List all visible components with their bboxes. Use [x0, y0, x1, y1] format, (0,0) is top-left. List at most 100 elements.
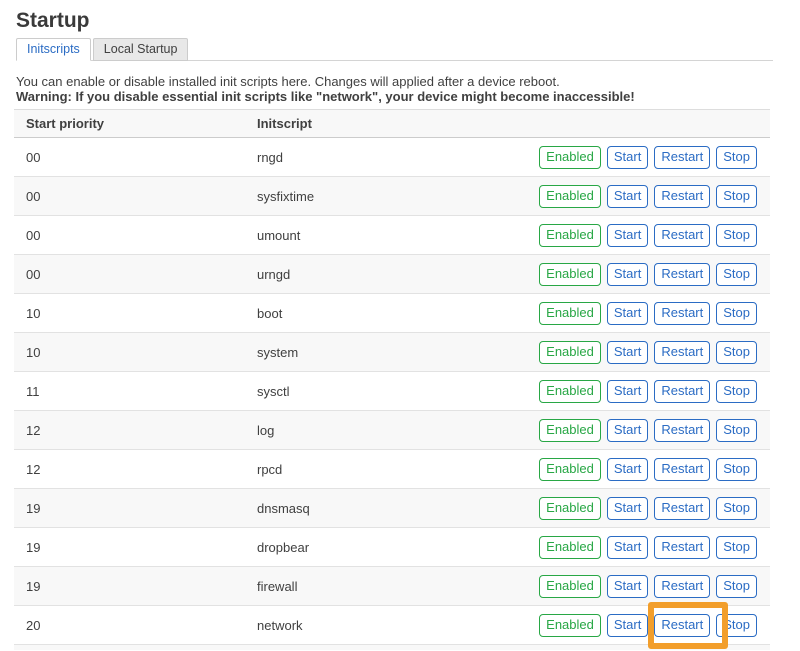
- actions-cell: Enabled Start Restart Stop: [539, 224, 770, 247]
- start-button[interactable]: Start: [607, 458, 648, 481]
- actions-cell: Enabled Start Restart Stop: [539, 458, 770, 481]
- restart-button[interactable]: Restart: [654, 575, 710, 598]
- enabled-button[interactable]: Enabled: [539, 224, 601, 247]
- table-row: 19dnsmasqEnabled Start Restart Stop: [14, 489, 770, 528]
- actions-cell: Enabled Start Restart Stop: [539, 302, 770, 325]
- initscript-cell: sysfixtime: [257, 189, 539, 204]
- table-row: 00rngdEnabledStartRestartStop: [14, 138, 770, 177]
- priority-cell: 20: [14, 618, 257, 633]
- initscript-cell: umount: [257, 228, 539, 243]
- actions-cell: Enabled Start Restart Stop: [539, 614, 770, 637]
- enabled-button[interactable]: Enabled: [539, 263, 601, 286]
- enabled-button[interactable]: Enabled: [539, 419, 601, 442]
- actions-cell: Enabled Start Restart Stop: [539, 536, 770, 559]
- initscript-cell: system: [257, 345, 539, 360]
- restart-button[interactable]: Restart: [654, 536, 710, 559]
- start-button[interactable]: Start: [607, 614, 648, 637]
- enabled-button[interactable]: Enabled: [539, 497, 601, 520]
- start-button[interactable]: Start: [607, 497, 648, 520]
- restart-button[interactable]: Restart: [654, 458, 710, 481]
- restart-button[interactable]: Restart: [654, 263, 710, 286]
- tab-local-startup[interactable]: Local Startup: [93, 38, 189, 61]
- initscript-cell: urngd: [257, 267, 539, 282]
- priority-cell: 11: [14, 384, 257, 399]
- enabled-button[interactable]: Enabled: [539, 614, 601, 637]
- priority-cell: 12: [14, 462, 257, 477]
- restart-button[interactable]: Restart: [654, 380, 710, 403]
- stop-button[interactable]: Stop: [716, 302, 757, 325]
- actions-cell: Enabled Start Restart Stop: [539, 263, 770, 286]
- enabled-button[interactable]: Enabled: [539, 575, 601, 598]
- stop-button[interactable]: Stop: [716, 146, 757, 169]
- stop-button[interactable]: Stop: [716, 536, 757, 559]
- tab-initscripts[interactable]: Initscripts: [16, 38, 91, 61]
- enabled-button[interactable]: Enabled: [539, 380, 601, 403]
- enabled-button[interactable]: Enabled: [539, 536, 601, 559]
- initscript-cell: log: [257, 423, 539, 438]
- column-header-start-priority: Start priority: [14, 116, 257, 131]
- actions-cell: Enabled Start Restart Stop: [539, 575, 770, 598]
- restart-button[interactable]: Restart: [654, 302, 710, 325]
- start-button[interactable]: Start: [607, 380, 648, 403]
- initscript-cell: dnsmasq: [257, 501, 539, 516]
- stop-button[interactable]: Stop: [716, 614, 757, 637]
- stop-button[interactable]: Stop: [716, 341, 757, 364]
- table-row: 12logEnabled Start Restart Stop: [14, 411, 770, 450]
- table-row-partial: [14, 645, 770, 650]
- table-row: 00urngdEnabledStartRestartStop: [14, 255, 770, 294]
- table-row: 10systemEnabled Start Restart Stop: [14, 333, 770, 372]
- start-button[interactable]: Start: [607, 146, 648, 169]
- priority-cell: 00: [14, 228, 257, 243]
- stop-button[interactable]: Stop: [716, 185, 757, 208]
- start-button[interactable]: Start: [607, 341, 648, 364]
- restart-button[interactable]: Restart: [654, 185, 710, 208]
- start-button[interactable]: Start: [607, 224, 648, 247]
- priority-cell: 12: [14, 423, 257, 438]
- actions-cell: Enabled Start Restart Stop: [539, 419, 770, 442]
- table-row: 19dropbearEnabledStartRestartStop: [14, 528, 770, 567]
- priority-cell: 19: [14, 501, 257, 516]
- start-button[interactable]: Start: [607, 302, 648, 325]
- stop-button[interactable]: Stop: [716, 263, 757, 286]
- start-button[interactable]: Start: [607, 536, 648, 559]
- priority-cell: 10: [14, 345, 257, 360]
- initscripts-table: Start priority Initscript 00rngdEnabledS…: [14, 109, 770, 650]
- enabled-button[interactable]: Enabled: [539, 302, 601, 325]
- initscript-cell: network: [257, 618, 539, 633]
- table-row: 19firewallEnabled Start Restart Stop: [14, 567, 770, 606]
- stop-button[interactable]: Stop: [716, 575, 757, 598]
- priority-cell: 19: [14, 540, 257, 555]
- enabled-button[interactable]: Enabled: [539, 341, 601, 364]
- restart-button[interactable]: Restart: [654, 497, 710, 520]
- restart-button[interactable]: Restart: [654, 224, 710, 247]
- stop-button[interactable]: Stop: [716, 224, 757, 247]
- restart-button[interactable]: Restart: [654, 341, 710, 364]
- priority-cell: 00: [14, 150, 257, 165]
- startup-page: Startup Initscripts Local Startup You ca…: [0, 0, 800, 650]
- start-button[interactable]: Start: [607, 575, 648, 598]
- table-row: 10bootEnabledStartRestartStop: [14, 294, 770, 333]
- restart-button[interactable]: Restart: [654, 146, 710, 169]
- start-button[interactable]: Start: [607, 185, 648, 208]
- enabled-button[interactable]: Enabled: [539, 185, 601, 208]
- actions-cell: Enabled Start Restart Stop: [539, 341, 770, 364]
- initscript-cell: sysctl: [257, 384, 539, 399]
- stop-button[interactable]: Stop: [716, 419, 757, 442]
- initscript-cell: firewall: [257, 579, 539, 594]
- restart-button[interactable]: Restart: [654, 419, 710, 442]
- actions-cell: Enabled Start Restart Stop: [539, 146, 770, 169]
- priority-cell: 19: [14, 579, 257, 594]
- stop-button[interactable]: Stop: [716, 458, 757, 481]
- initscript-cell: rpcd: [257, 462, 539, 477]
- stop-button[interactable]: Stop: [716, 497, 757, 520]
- table-row: 20networkEnabled Start Restart Stop: [14, 606, 770, 645]
- restart-button[interactable]: Restart: [654, 614, 710, 637]
- actions-cell: Enabled Start Restart Stop: [539, 185, 770, 208]
- actions-cell: Enabled Start Restart Stop: [539, 497, 770, 520]
- start-button[interactable]: Start: [607, 263, 648, 286]
- enabled-button[interactable]: Enabled: [539, 146, 601, 169]
- start-button[interactable]: Start: [607, 419, 648, 442]
- stop-button[interactable]: Stop: [716, 380, 757, 403]
- warning-text: Warning: If you disable essential init s…: [16, 89, 800, 104]
- enabled-button[interactable]: Enabled: [539, 458, 601, 481]
